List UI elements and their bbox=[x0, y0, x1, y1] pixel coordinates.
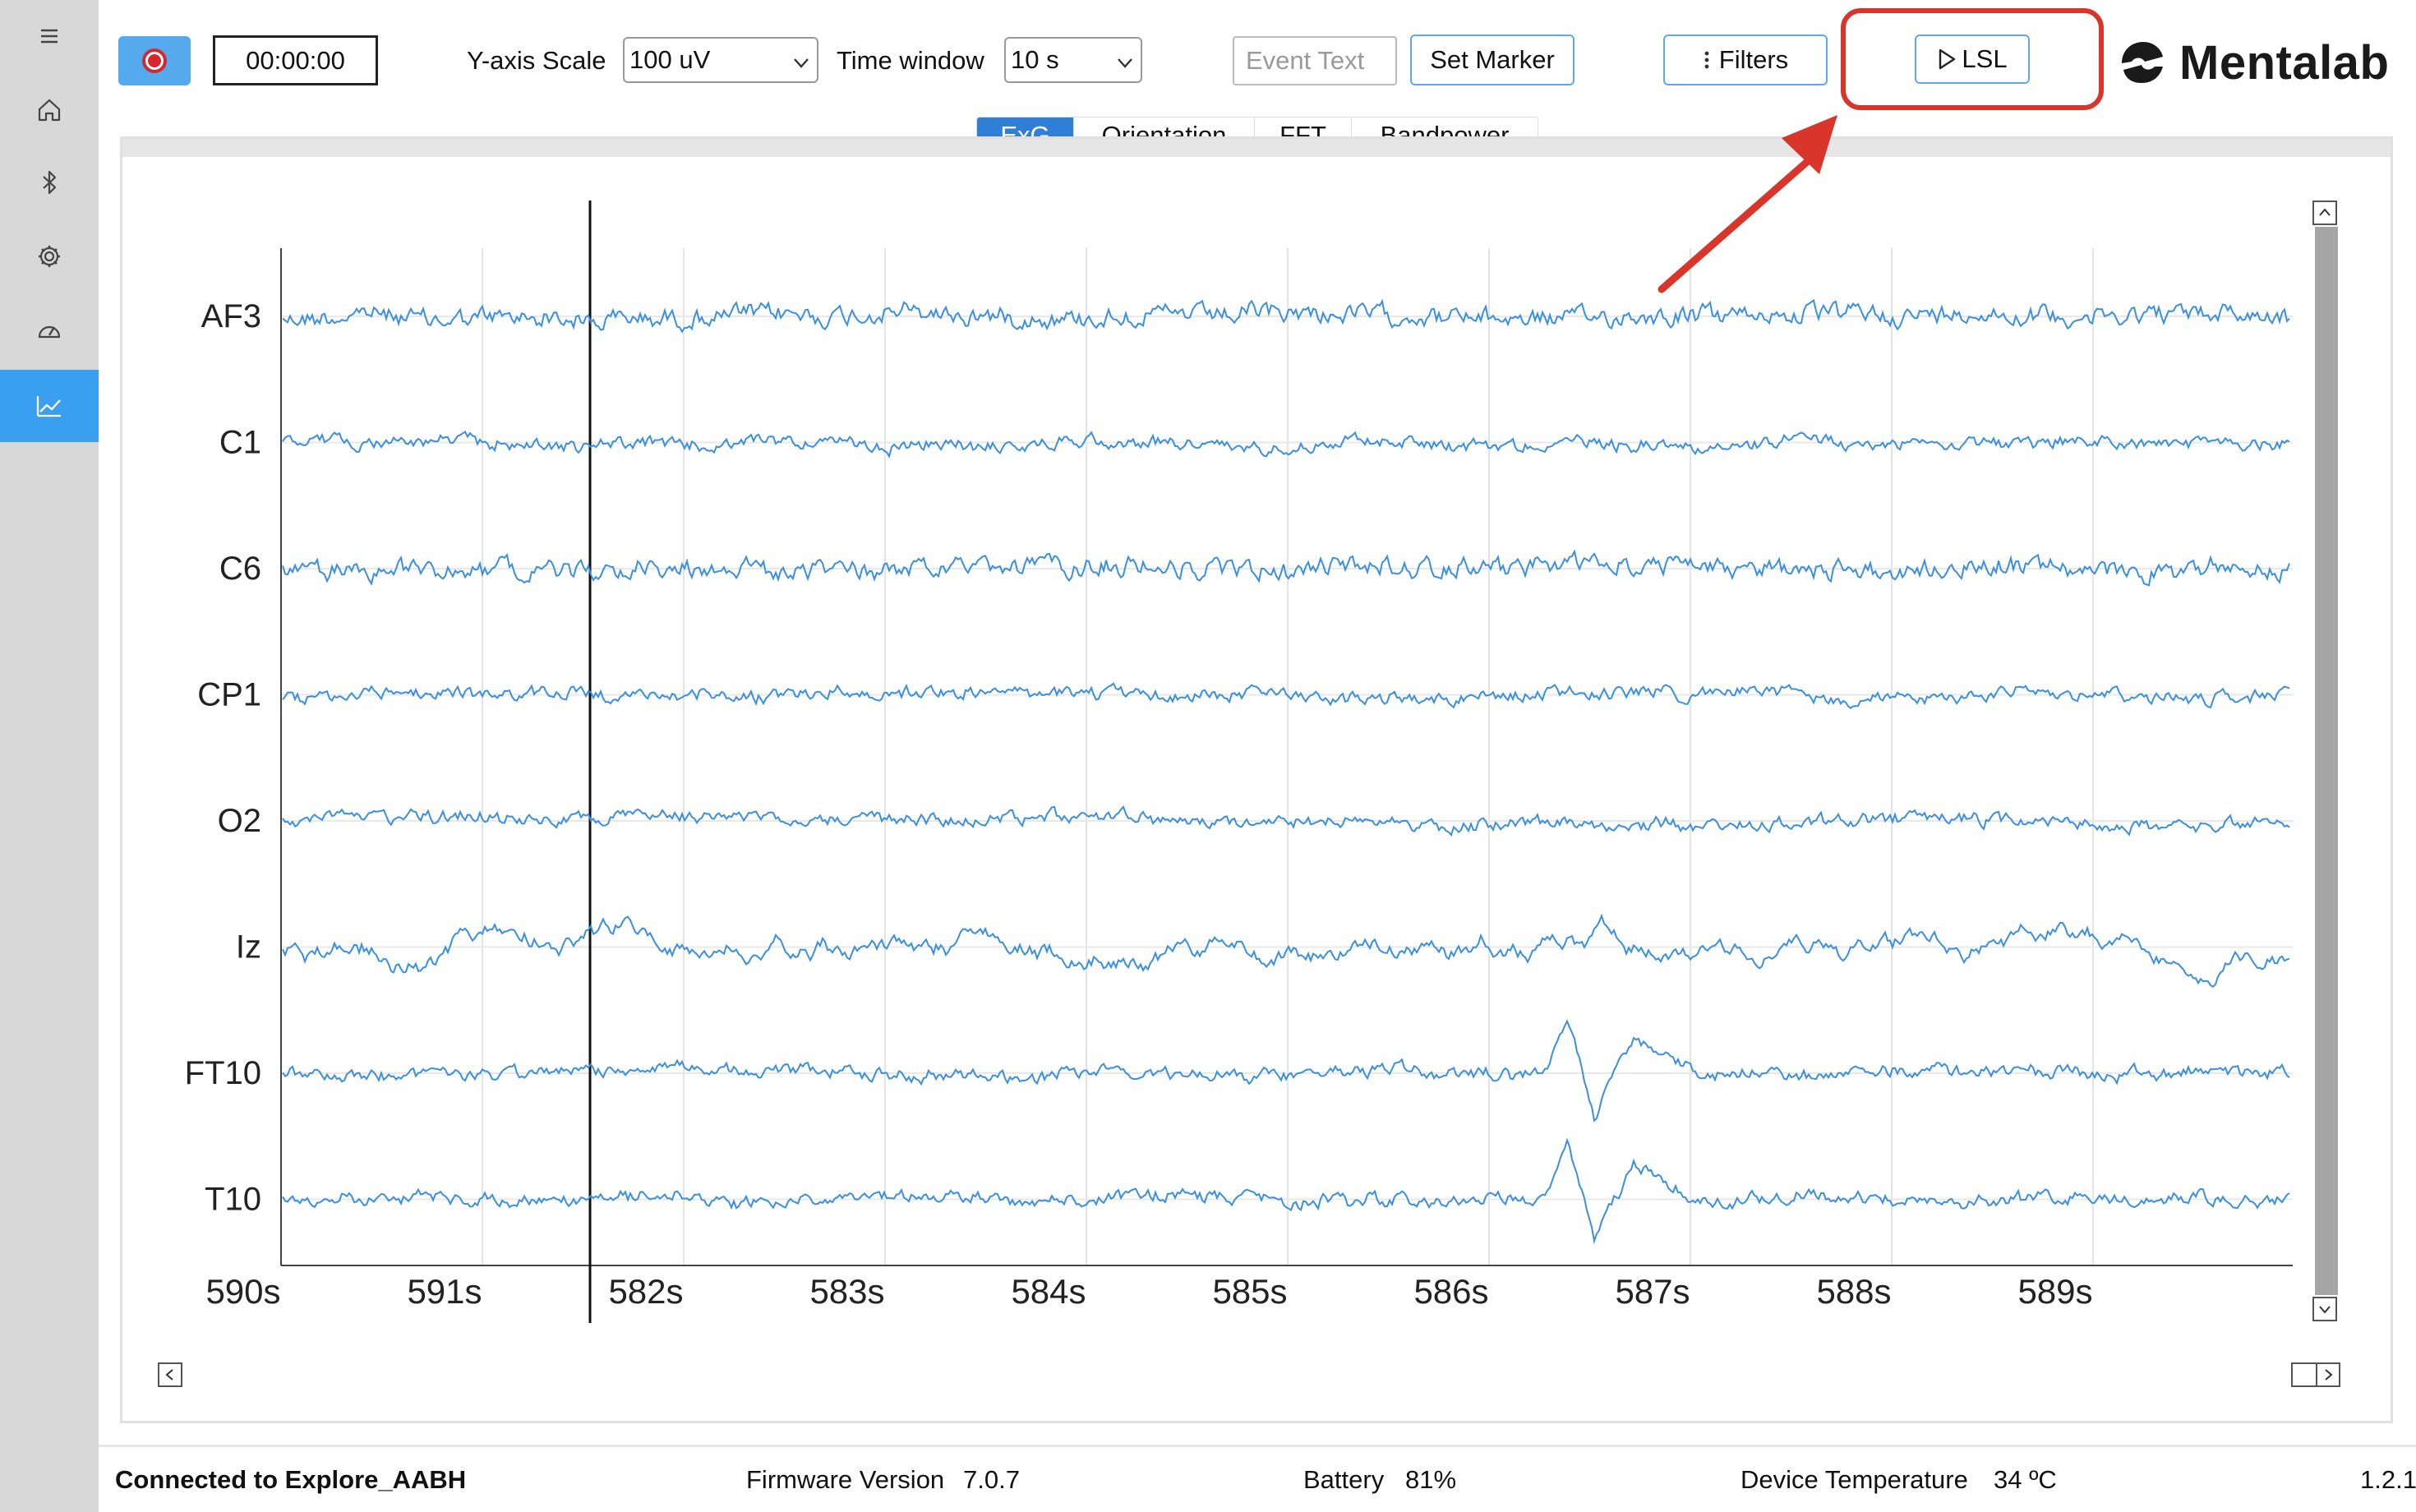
temperature-label: Device Temperature bbox=[1741, 1465, 1968, 1494]
battery-value: 81% bbox=[1405, 1465, 1457, 1494]
app-version: 1.2.1 bbox=[2360, 1465, 2416, 1494]
connection-status: Connected to Explore_AABH bbox=[115, 1465, 467, 1494]
firmware-value: 7.0.7 bbox=[963, 1465, 1020, 1494]
status-bar: Connected to Explore_AABH Firmware Versi… bbox=[99, 1445, 2416, 1512]
annotation-arrow bbox=[1658, 115, 1837, 293]
firmware-label: Firmware Version bbox=[746, 1465, 945, 1494]
app-window: 00:00:00 Y-axis Scale 100 uV Time window… bbox=[0, 0, 2416, 1512]
temperature-value: 34 ºC bbox=[1994, 1465, 2057, 1494]
battery-label: Battery bbox=[1303, 1465, 1385, 1494]
